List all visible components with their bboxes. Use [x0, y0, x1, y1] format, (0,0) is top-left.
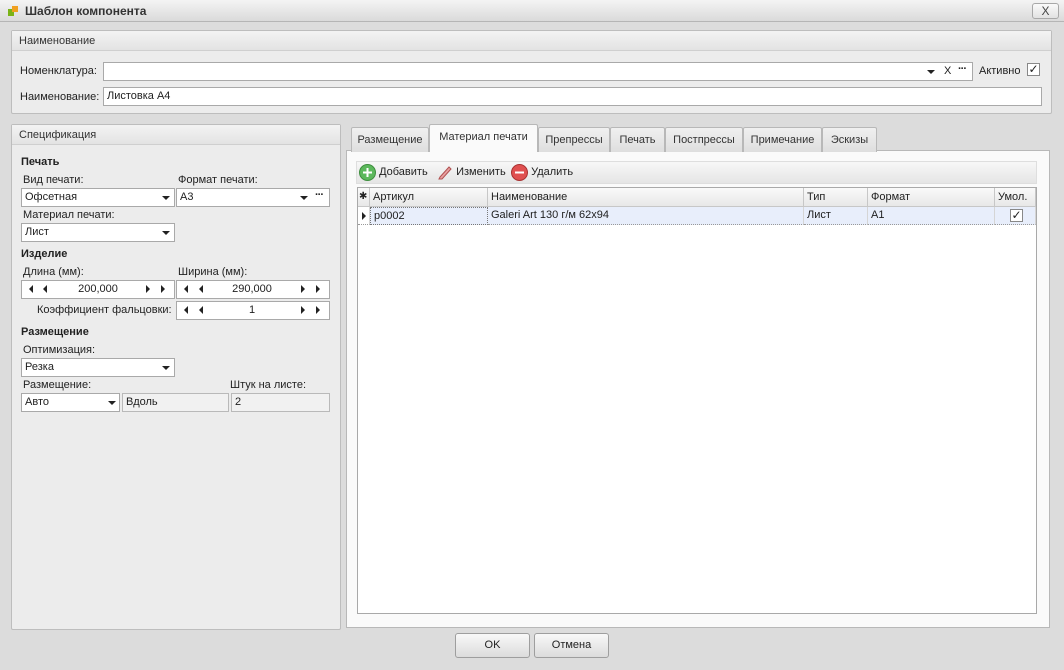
add-button-label: Добавить — [379, 166, 428, 178]
tab-prepress[interactable]: Препрессы — [538, 127, 610, 152]
active-checkbox[interactable]: ✓ — [1027, 63, 1040, 76]
width-decrement-icon[interactable] — [199, 285, 203, 293]
fold-label: Коэффициент фальцовки: — [37, 304, 172, 316]
edit-button[interactable]: Изменить — [437, 163, 506, 181]
per-sheet-field: 2 — [231, 393, 330, 412]
print-section-title: Печать — [21, 156, 60, 168]
add-icon — [359, 163, 376, 181]
fold-first-icon[interactable] — [184, 306, 188, 314]
table-cell-format[interactable]: A1 — [868, 207, 995, 225]
optimization-label: Оптимизация: — [23, 344, 96, 356]
delete-button-label: Удалить — [531, 166, 574, 178]
length-label: Длина (мм): — [23, 266, 84, 278]
fold-increment-icon[interactable] — [301, 306, 305, 314]
tab-placement[interactable]: Размещение — [351, 127, 429, 152]
print-material-select[interactable]: Лист — [21, 223, 175, 242]
tab-print[interactable]: Печать — [610, 127, 665, 152]
print-material-dropdown-icon[interactable] — [162, 231, 170, 235]
default-checkbox[interactable]: ✓ — [1010, 209, 1023, 222]
placement-dropdown-icon[interactable] — [108, 401, 116, 405]
product-section-title: Изделие — [21, 248, 68, 260]
print-format-ellipsis-button[interactable]: ··· — [315, 189, 324, 201]
length-value: 200,000 — [78, 283, 118, 295]
width-increment-icon[interactable] — [301, 285, 305, 293]
row-pointer-icon — [362, 212, 366, 220]
table-cell-default[interactable]: ✓ — [995, 207, 1036, 225]
column-header-format[interactable]: Формат — [868, 188, 995, 207]
row-indicator[interactable] — [358, 207, 370, 225]
table-cell-type[interactable]: Лист — [804, 207, 868, 225]
grid-indicator-header: ✱ — [358, 188, 370, 207]
pencil-icon — [438, 166, 452, 180]
print-type-select[interactable]: Офсетная — [21, 188, 175, 207]
width-first-icon[interactable] — [184, 285, 188, 293]
nomenclature-field[interactable] — [103, 62, 973, 81]
width-last-icon[interactable] — [316, 285, 320, 293]
optimization-dropdown-icon[interactable] — [162, 366, 170, 370]
print-format-label: Формат печати: — [178, 174, 258, 186]
length-increment-icon[interactable] — [146, 285, 150, 293]
close-button[interactable]: X — [1032, 3, 1059, 19]
print-material-label: Материал печати: — [23, 209, 115, 221]
title-bar — [0, 0, 1064, 22]
spec-group-header: Спецификация — [12, 125, 340, 145]
ok-button[interactable]: OK — [455, 633, 530, 658]
column-header-name[interactable]: Наименование — [488, 188, 804, 207]
name-field[interactable]: Листовка А4 — [103, 87, 1042, 106]
edit-button-label: Изменить — [456, 166, 506, 178]
naming-group-header: Наименование — [12, 31, 1051, 51]
tab-notes[interactable]: Примечание — [743, 127, 822, 152]
optimization-select[interactable]: Резка — [21, 358, 175, 377]
table-cell-name[interactable]: Galeri Art 130 г/м 62x94 — [488, 207, 804, 225]
window-title: Шаблон компонента — [25, 4, 147, 18]
print-type-label: Вид печати: — [23, 174, 84, 186]
tab-sketches[interactable]: Эскизы — [822, 127, 877, 152]
column-header-default[interactable]: Умол. — [995, 188, 1036, 207]
width-label: Ширина (мм): — [178, 266, 248, 278]
print-type-dropdown-icon[interactable] — [162, 196, 170, 200]
length-decrement-icon[interactable] — [43, 285, 47, 293]
nomenclature-clear-button[interactable]: X — [944, 65, 951, 77]
placement-label: Размещение: — [23, 379, 92, 391]
name-label: Наименование: — [20, 91, 100, 103]
direction-field: Вдоль — [122, 393, 229, 412]
fold-last-icon[interactable] — [316, 306, 320, 314]
length-last-icon[interactable] — [161, 285, 165, 293]
placement-section-title: Размещение — [21, 326, 89, 338]
length-first-icon[interactable] — [29, 285, 33, 293]
table-cell-article[interactable]: p0002 — [370, 207, 488, 225]
active-label: Активно — [979, 65, 1021, 77]
per-sheet-label: Штук на листе: — [230, 379, 307, 391]
tab-print-material[interactable]: Материал печати — [429, 124, 538, 152]
nomenclature-label: Номенклатура: — [20, 65, 97, 77]
tab-postpress[interactable]: Постпрессы — [665, 127, 743, 152]
column-header-article[interactable]: Артикул — [370, 188, 488, 207]
fold-decrement-icon[interactable] — [199, 306, 203, 314]
add-button[interactable]: Добавить — [359, 163, 428, 181]
cancel-button[interactable]: Отмена — [534, 633, 609, 658]
fold-value: 1 — [248, 304, 256, 316]
column-header-type[interactable]: Тип — [804, 188, 868, 207]
placement-select[interactable]: Авто — [21, 393, 120, 412]
materials-grid[interactable]: ✱ Артикул Наименование Тип Формат Умол. … — [357, 187, 1037, 614]
width-value: 290,000 — [232, 283, 272, 295]
nomenclature-ellipsis-button[interactable]: ··· — [958, 63, 967, 75]
delete-icon — [511, 163, 528, 181]
app-icon — [8, 6, 18, 16]
nomenclature-dropdown-icon[interactable] — [927, 70, 935, 74]
print-format-dropdown-icon[interactable] — [300, 196, 308, 200]
delete-button[interactable]: Удалить — [511, 163, 573, 181]
